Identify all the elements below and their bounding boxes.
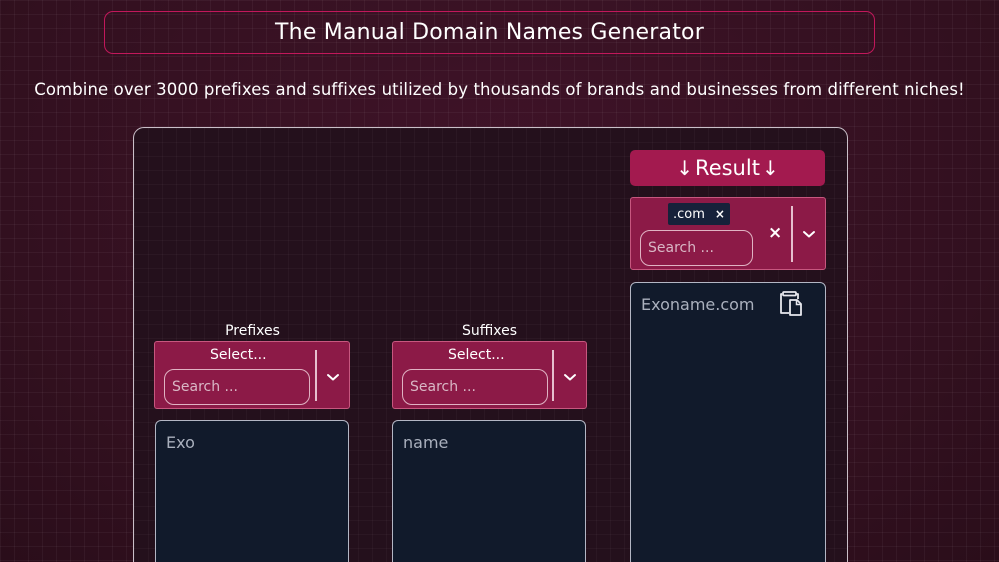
arrow-down-icon: ↓	[761, 156, 779, 180]
selected-tag-label: .com	[673, 206, 705, 222]
page-title-text: The Manual Domain Names Generator	[275, 20, 704, 45]
chevron-down-icon[interactable]	[326, 372, 340, 382]
tag-remove-icon[interactable]: ×	[715, 207, 725, 221]
page-title: The Manual Domain Names Generator	[104, 11, 875, 54]
clear-icon[interactable]: ×	[768, 223, 782, 243]
prefixes-label: Prefixes	[225, 323, 280, 339]
tld-select[interactable]: .com × ×	[630, 197, 826, 270]
chevron-down-icon[interactable]	[563, 372, 577, 382]
result-button-label: Result	[695, 156, 760, 180]
suffixes-select-placeholder: Select...	[448, 347, 505, 363]
result-button[interactable]: ↓ Result ↓	[630, 150, 825, 186]
select-divider	[315, 350, 317, 401]
tld-search-input[interactable]	[640, 230, 753, 266]
prefixes-select-placeholder: Select...	[210, 347, 267, 363]
clipboard-icon[interactable]	[778, 289, 804, 317]
page-subtitle: Combine over 3000 prefixes and suffixes …	[34, 80, 965, 99]
prefixes-select[interactable]: Select...	[154, 341, 350, 409]
selected-tag: .com ×	[668, 203, 730, 225]
suffixes-search-input[interactable]	[402, 369, 548, 405]
arrow-down-icon: ↓	[676, 156, 694, 180]
suffixes-textarea[interactable]: name	[392, 420, 586, 562]
select-divider	[552, 350, 554, 401]
suffixes-select[interactable]: Select...	[392, 341, 587, 409]
prefixes-search-input[interactable]	[164, 369, 310, 405]
suffixes-label: Suffixes	[461, 323, 518, 339]
select-divider	[791, 206, 793, 262]
chevron-down-icon[interactable]	[802, 229, 816, 239]
result-output[interactable]: Exoname.com	[630, 282, 826, 562]
prefixes-textarea[interactable]: Exo	[155, 420, 349, 562]
